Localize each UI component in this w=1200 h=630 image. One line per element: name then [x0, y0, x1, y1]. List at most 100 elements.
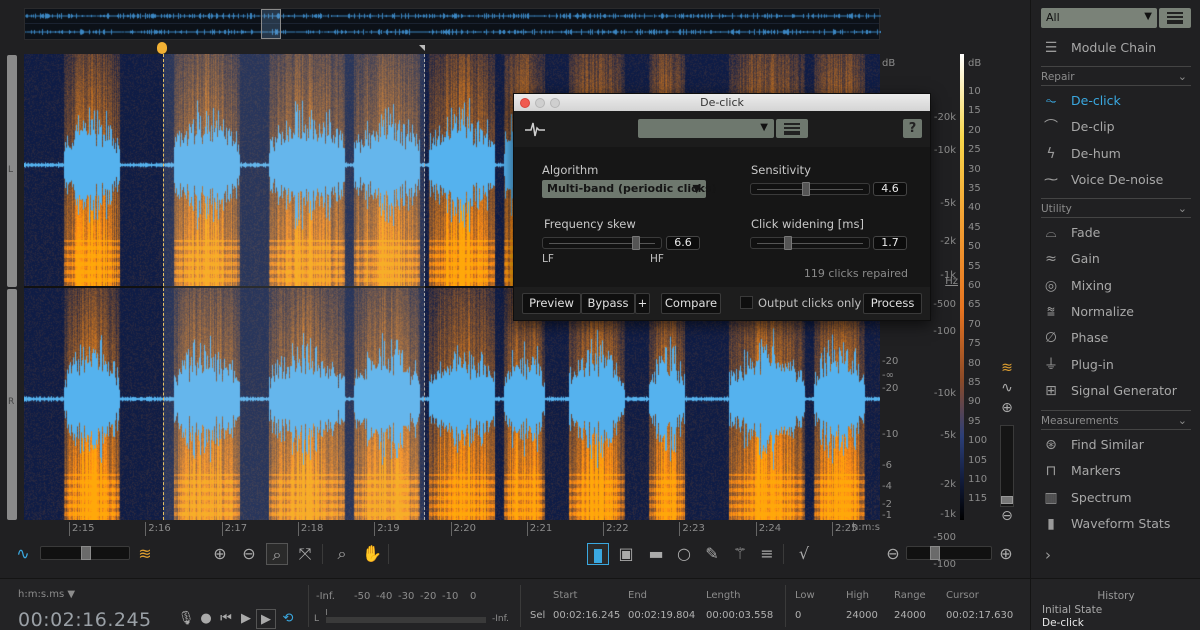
- process-button[interactable]: Process: [863, 293, 922, 314]
- overview-viewport[interactable]: [261, 9, 281, 39]
- selection-value[interactable]: 00:00:03.558: [706, 610, 773, 621]
- module-signal-generator[interactable]: ⊞ Signal Generator: [1041, 380, 1191, 402]
- expand-panel-chevron-icon[interactable]: ›: [1045, 546, 1051, 564]
- hand-tool-icon[interactable]: ✋: [361, 543, 383, 565]
- horizontal-zoom-slider[interactable]: [906, 546, 992, 560]
- frequency-skew-slider[interactable]: [542, 236, 662, 250]
- dialog-title-bar[interactable]: De-click: [514, 94, 930, 111]
- module-chain-button[interactable]: ☰ Module Chain: [1041, 37, 1191, 59]
- algorithm-dropdown[interactable]: Multi-band (periodic clicks) ▼: [542, 180, 717, 198]
- go-to-start-button[interactable]: ⏮: [216, 609, 236, 629]
- spectrogram-view-icon[interactable]: ≋: [134, 543, 156, 565]
- magnify-tool-icon[interactable]: ⌕: [331, 543, 353, 565]
- click-widening-slider[interactable]: [750, 236, 870, 250]
- click-widening-value[interactable]: 1.7: [873, 236, 907, 250]
- module-spectrum[interactable]: ▥ Spectrum: [1041, 487, 1191, 509]
- bypass-add-button[interactable]: +: [635, 293, 650, 314]
- blend-slider-thumb[interactable]: [81, 546, 91, 560]
- bypass-button[interactable]: Bypass: [581, 293, 635, 314]
- magic-wand-tool-icon[interactable]: ⚚: [729, 543, 751, 565]
- loop-button[interactable]: ⟲: [278, 609, 298, 629]
- waveform-spectrogram-blend-slider[interactable]: [40, 546, 130, 560]
- panel-section-repair[interactable]: Repair ⌄: [1041, 66, 1191, 86]
- channel-tab-left[interactable]: L: [7, 55, 17, 287]
- harmonic-selection-tool-icon[interactable]: ≡: [756, 543, 778, 565]
- sensitivity-slider[interactable]: [750, 182, 870, 196]
- zoom-fit-icon[interactable]: ⤧: [294, 543, 316, 565]
- selection-value[interactable]: 00:02:17.630: [946, 610, 1013, 621]
- module-waveform-stats[interactable]: ▮ Waveform Stats: [1041, 513, 1191, 535]
- frequency-skew-value[interactable]: 6.6: [666, 236, 700, 250]
- lasso-tool-icon[interactable]: ○: [673, 543, 695, 565]
- vertical-zoom-in-icon[interactable]: ⊕: [998, 399, 1016, 417]
- playhead-handle[interactable]: [157, 42, 167, 54]
- module-mixing[interactable]: ◎ Mixing: [1041, 275, 1191, 297]
- output-clicks-only-label[interactable]: Output clicks only: [758, 296, 861, 310]
- selection-value[interactable]: 24000: [894, 610, 926, 621]
- module-phase[interactable]: ∅ Phase: [1041, 327, 1191, 349]
- time-frequency-selection-tool-icon[interactable]: ▣: [615, 543, 637, 565]
- module-de-hum[interactable]: ϟ De-hum: [1041, 143, 1191, 165]
- time-format-dropdown[interactable]: h:m:s.ms ▼: [18, 589, 75, 600]
- output-clicks-only-checkbox[interactable]: [740, 296, 753, 309]
- time-ruler[interactable]: h:m:s 2:15 2:16 2:17 2:18 2:19 2:20 2:21 2:22 2:…: [24, 520, 880, 538]
- horizontal-zoom-in-icon[interactable]: ⊕: [995, 543, 1017, 565]
- module-de-click[interactable]: ⏦ De-click: [1041, 90, 1191, 112]
- frequency-skew-slider-thumb[interactable]: [632, 236, 641, 250]
- panel-section-utility[interactable]: Utility ⌄: [1041, 198, 1191, 218]
- module-filter-menu-button[interactable]: [1159, 8, 1191, 28]
- record-button[interactable]: ●: [196, 609, 216, 629]
- selection-value[interactable]: 00:02:19.804: [628, 610, 695, 621]
- module-voice-de-noise[interactable]: ⁓ Voice De-noise: [1041, 169, 1191, 191]
- vertical-zoom-out-icon[interactable]: ⊖: [998, 507, 1016, 525]
- dialog-preset-menu-button[interactable]: [776, 119, 808, 138]
- dialog-preset-dropdown[interactable]: ▼: [638, 119, 774, 138]
- channel-tab-right[interactable]: R: [7, 289, 17, 520]
- compare-button[interactable]: Compare: [661, 293, 721, 314]
- module-de-clip[interactable]: ⌒ De-clip: [1041, 116, 1191, 138]
- preview-button[interactable]: Preview: [522, 293, 581, 314]
- maximize-button[interactable]: [550, 98, 560, 108]
- brush-tool-icon[interactable]: ✎: [701, 543, 723, 565]
- record-arm-mic-icon[interactable]: 🎙: [176, 609, 196, 629]
- minimize-button[interactable]: [535, 98, 545, 108]
- selection-value[interactable]: 00:02:16.245: [553, 610, 620, 621]
- overview-waveform[interactable]: [24, 8, 881, 40]
- module-fade[interactable]: ⌓ Fade: [1041, 222, 1191, 244]
- play-selection-button[interactable]: ▶: [256, 609, 276, 629]
- find-similar-event-icon[interactable]: √: [793, 543, 815, 565]
- click-widening-slider-thumb[interactable]: [784, 236, 792, 250]
- sensitivity-slider-thumb[interactable]: [801, 182, 810, 196]
- vertical-zoom-thumb[interactable]: [1001, 496, 1013, 504]
- zoom-slider-thumb[interactable]: [929, 546, 940, 560]
- play-button[interactable]: ▶: [236, 609, 256, 629]
- spectrogram-channel-right[interactable]: [24, 288, 880, 520]
- module-normalize[interactable]: ⩰ Normalize: [1041, 301, 1191, 323]
- time-selection-tool-icon[interactable]: [587, 543, 609, 565]
- frequency-unit[interactable]: Hz: [945, 276, 958, 287]
- help-button[interactable]: ?: [903, 119, 922, 138]
- panel-section-measurements[interactable]: Measurements ⌄: [1041, 410, 1191, 430]
- waveform-view-icon[interactable]: ∿: [12, 543, 34, 565]
- module-filter-dropdown[interactable]: All ▼: [1041, 8, 1157, 28]
- horizontal-zoom-out-icon[interactable]: ⊖: [882, 543, 904, 565]
- module-gain[interactable]: ≈ Gain: [1041, 248, 1191, 270]
- spectrogram-display-icon[interactable]: ≋: [998, 359, 1016, 377]
- time-selection[interactable]: [163, 54, 425, 520]
- waveform-display-icon[interactable]: ∿: [998, 379, 1016, 397]
- history-entry[interactable]: Initial State: [1042, 604, 1102, 616]
- sensitivity-value[interactable]: 4.6: [873, 182, 907, 196]
- module-plug-in[interactable]: ⏚ Plug-in: [1041, 354, 1191, 376]
- zoom-out-icon[interactable]: ⊖: [238, 543, 260, 565]
- selection-value[interactable]: 24000: [846, 610, 878, 621]
- module-find-similar[interactable]: ⊛ Find Similar: [1041, 434, 1191, 456]
- vertical-zoom-slider[interactable]: [1000, 425, 1014, 507]
- zoom-in-icon[interactable]: ⊕: [209, 543, 231, 565]
- module-markers[interactable]: ⊓ Markers: [1041, 460, 1191, 482]
- selection-value[interactable]: 0: [795, 610, 801, 621]
- close-button[interactable]: [520, 98, 530, 108]
- frequency-selection-tool-icon[interactable]: ▬: [645, 543, 667, 565]
- zoom-selection-icon[interactable]: ⌕: [266, 543, 288, 565]
- selection-end-flag[interactable]: [419, 45, 425, 51]
- history-entry-current[interactable]: De-click: [1042, 617, 1084, 629]
